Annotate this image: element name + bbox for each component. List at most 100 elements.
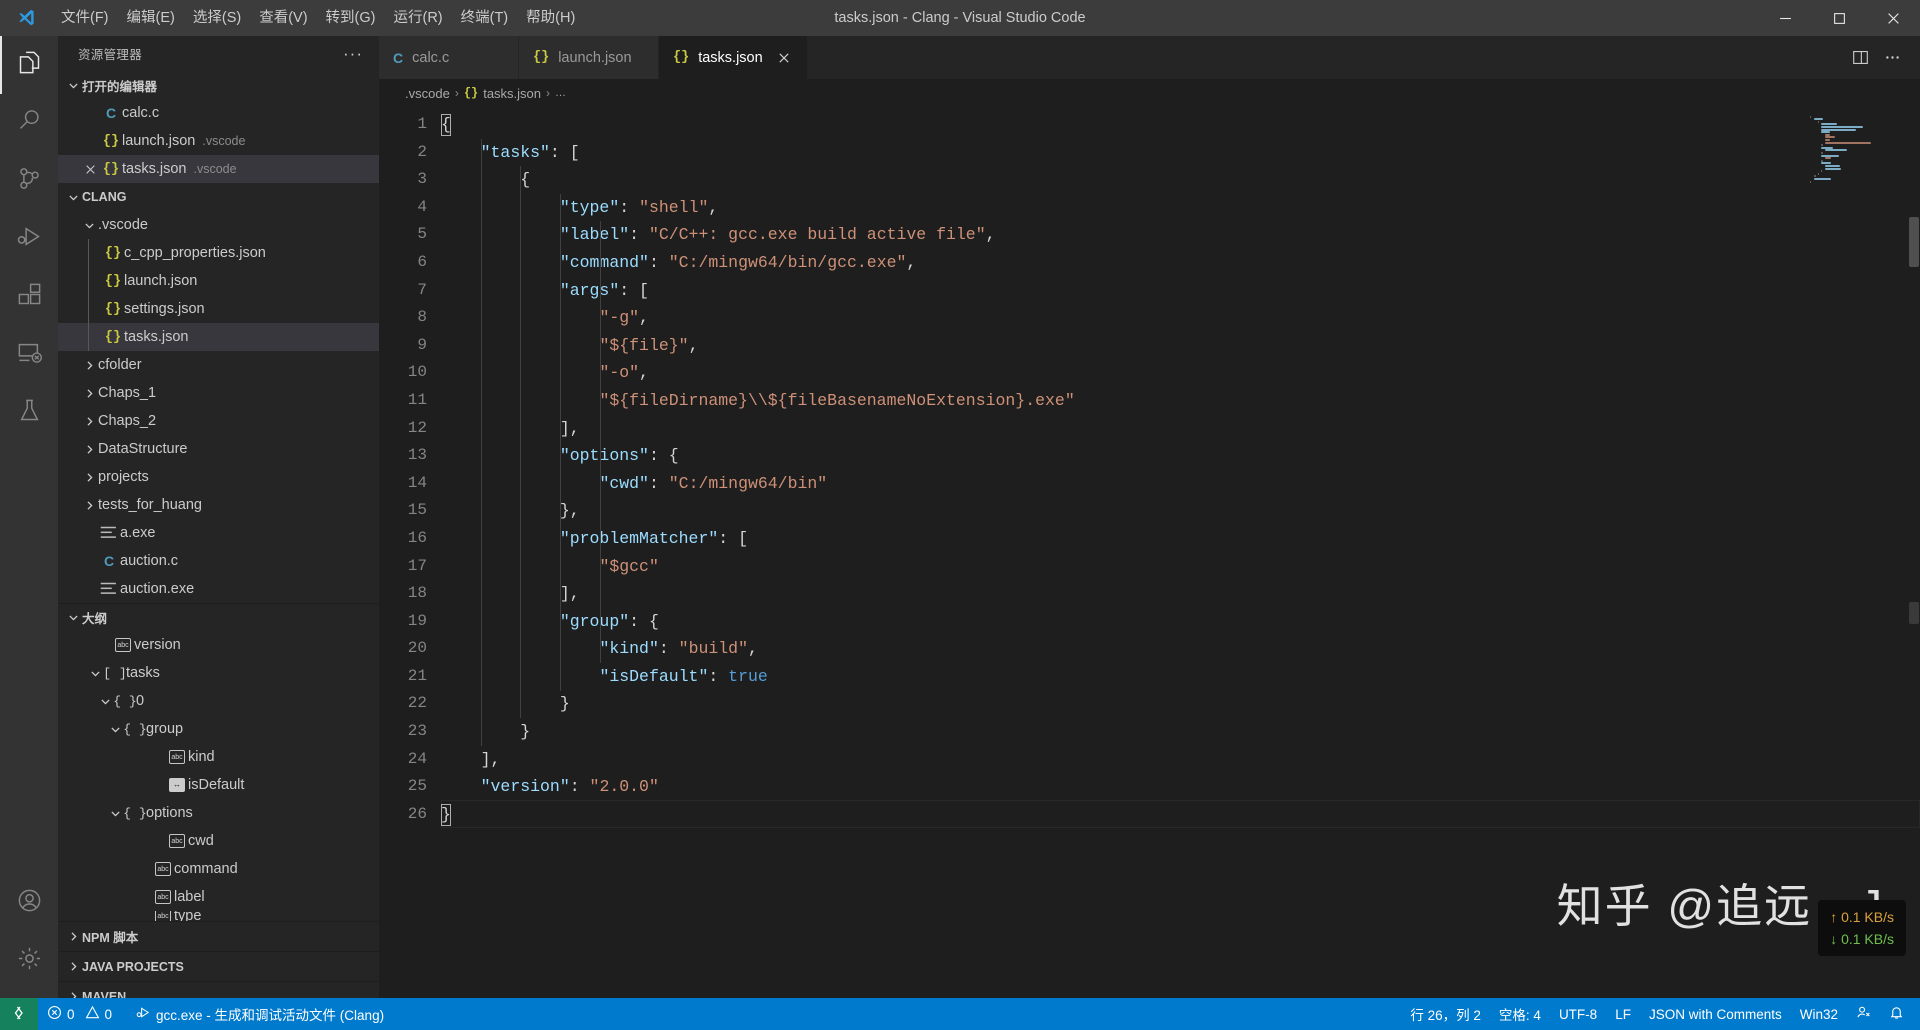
code-line[interactable]: } [441, 690, 1920, 718]
activity-settings[interactable] [0, 932, 58, 990]
panel-npm-scripts[interactable]: NPM 脚本 [58, 921, 379, 951]
scrollbar-thumb-secondary[interactable] [1909, 602, 1919, 624]
tree-file-auction-exe[interactable]: auction.exe [58, 575, 379, 603]
tree-folder-cfolder[interactable]: cfolder [58, 351, 379, 379]
code-line[interactable]: "problemMatcher": [ [441, 525, 1920, 553]
activity-source-control[interactable] [0, 152, 58, 210]
breadcrumb-folder[interactable]: .vscode [405, 86, 450, 101]
menu-run[interactable]: 运行(R) [384, 0, 451, 36]
status-language-mode[interactable]: JSON with Comments [1640, 998, 1791, 1030]
code-line[interactable]: "-g", [441, 304, 1920, 332]
status-problems[interactable]: 0 0 [38, 998, 121, 1030]
status-encoding[interactable]: UTF-8 [1550, 998, 1606, 1030]
menu-view[interactable]: 查看(V) [250, 0, 316, 36]
remote-indicator[interactable] [0, 998, 38, 1030]
tree-file-launch-json[interactable]: {} launch.json [58, 267, 379, 295]
open-editor-calc-c[interactable]: C calc.c [58, 99, 379, 127]
activity-search[interactable] [0, 94, 58, 152]
more-actions-icon[interactable] [1878, 44, 1906, 72]
outline-item-group[interactable]: { } group [58, 715, 379, 743]
status-platform[interactable]: Win32 [1791, 998, 1847, 1030]
tree-file-auction-c[interactable]: C auction.c [58, 547, 379, 575]
tree-file-settings-json[interactable]: {} settings.json [58, 295, 379, 323]
code-line[interactable]: "version": "2.0.0" [441, 773, 1920, 801]
scrollbar-thumb[interactable] [1909, 217, 1919, 267]
code-line[interactable]: "kind": "build", [441, 635, 1920, 663]
code-line[interactable]: "-o", [441, 359, 1920, 387]
outline-item-version[interactable]: abc version [58, 631, 379, 659]
code-line[interactable]: "type": "shell", [441, 194, 1920, 222]
outline-item-kind[interactable]: abc kind [58, 743, 379, 771]
status-eol[interactable]: LF [1606, 998, 1640, 1030]
menu-go[interactable]: 转到(G) [317, 0, 385, 36]
section-workspace-clang[interactable]: CLANG [58, 183, 379, 211]
code-line[interactable]: "${file}", [441, 332, 1920, 360]
activity-remote-explorer[interactable] [0, 326, 58, 384]
outline-item-options[interactable]: { } options [58, 799, 379, 827]
tree-folder-vscode[interactable]: .vscode [58, 211, 379, 239]
code-content[interactable]: { "tasks": [ { "type": "shell", "label":… [441, 107, 1920, 998]
outline-item-cwd[interactable]: abc cwd [58, 827, 379, 855]
outline-item-type[interactable]: abc type [58, 911, 379, 921]
tree-folder-chaps-2[interactable]: Chaps_2 [58, 407, 379, 435]
sidebar-more-actions-icon[interactable]: ··· [343, 44, 369, 64]
open-editor-launch-json[interactable]: {} launch.json .vscode [58, 127, 379, 155]
menu-terminal[interactable]: 终端(T) [452, 0, 518, 36]
outline-item-0[interactable]: { } 0 [58, 687, 379, 715]
tree-folder-tests-for-huang[interactable]: tests_for_huang [58, 491, 379, 519]
close-icon[interactable] [775, 49, 793, 67]
outline-item-label[interactable]: abc label [58, 883, 379, 911]
code-line[interactable]: }, [441, 497, 1920, 525]
tree-folder-chaps-1[interactable]: Chaps_1 [58, 379, 379, 407]
open-editor-tasks-json[interactable]: {} tasks.json .vscode [58, 155, 379, 183]
maximize-button[interactable] [1812, 0, 1866, 36]
section-outline[interactable]: 大纲 [58, 603, 379, 631]
status-notifications[interactable] [1880, 998, 1920, 1030]
code-line[interactable]: "cwd": "C:/mingw64/bin" [441, 470, 1920, 498]
outline-item-tasks[interactable]: [ ] tasks [58, 659, 379, 687]
minimize-button[interactable] [1758, 0, 1812, 36]
menu-help[interactable]: 帮助(H) [517, 0, 584, 36]
menu-selection[interactable]: 选择(S) [184, 0, 250, 36]
close-button[interactable] [1866, 0, 1920, 36]
breadcrumb-file[interactable]: tasks.json [483, 86, 541, 101]
tab-calc-c[interactable]: C calc.c [379, 36, 519, 79]
code-line[interactable]: "${fileDirname}\\${fileBasenameNoExtensi… [441, 387, 1920, 415]
activity-testing[interactable] [0, 384, 58, 442]
code-line[interactable]: { [441, 111, 1920, 139]
close-icon[interactable] [80, 164, 100, 175]
code-line[interactable]: "options": { [441, 442, 1920, 470]
code-line[interactable]: "tasks": [ [441, 139, 1920, 167]
breadcrumb-symbol[interactable]: … [555, 87, 566, 99]
tree-file-tasks-json[interactable]: {} tasks.json [58, 323, 379, 351]
tab-launch-json[interactable]: {} launch.json [519, 36, 659, 79]
tree-file-c-cpp-properties[interactable]: {} c_cpp_properties.json [58, 239, 379, 267]
code-line[interactable]: "label": "C/C++: gcc.exe build active fi… [441, 221, 1920, 249]
status-build-task[interactable]: gcc.exe - 生成和调试活动文件 (Clang) [127, 998, 393, 1030]
code-line[interactable]: ], [441, 580, 1920, 608]
tree-file-a-exe[interactable]: a.exe [58, 519, 379, 547]
panel-maven[interactable]: MAVEN [58, 981, 379, 998]
menu-file[interactable]: 文件(F) [52, 0, 118, 36]
vertical-scrollbar[interactable] [1906, 107, 1920, 998]
code-line[interactable]: "command": "C:/mingw64/bin/gcc.exe", [441, 249, 1920, 277]
code-line[interactable]: { [441, 166, 1920, 194]
code-line[interactable]: "group": { [441, 608, 1920, 636]
split-editor-icon[interactable] [1846, 44, 1874, 72]
tab-tasks-json[interactable]: {} tasks.json [659, 36, 808, 79]
code-line[interactable]: } [441, 718, 1920, 746]
tree-folder-datastructure[interactable]: DataStructure [58, 435, 379, 463]
code-line[interactable]: ], [441, 746, 1920, 774]
code-editor[interactable]: 1234567891011121314151617181920212223242… [379, 107, 1920, 998]
status-cursor-position[interactable]: 行 26，列 2 [1401, 998, 1490, 1030]
outline-item-command[interactable]: abc command [58, 855, 379, 883]
section-open-editors[interactable]: 打开的编辑器 [58, 71, 379, 99]
tree-folder-projects[interactable]: projects [58, 463, 379, 491]
code-line[interactable]: "$gcc" [441, 553, 1920, 581]
status-feedback[interactable] [1847, 998, 1880, 1030]
menu-edit[interactable]: 编辑(E) [118, 0, 184, 36]
activity-extensions[interactable] [0, 268, 58, 326]
code-line[interactable]: "args": [ [441, 277, 1920, 305]
activity-explorer[interactable] [0, 36, 58, 94]
activity-accounts[interactable] [0, 874, 58, 932]
